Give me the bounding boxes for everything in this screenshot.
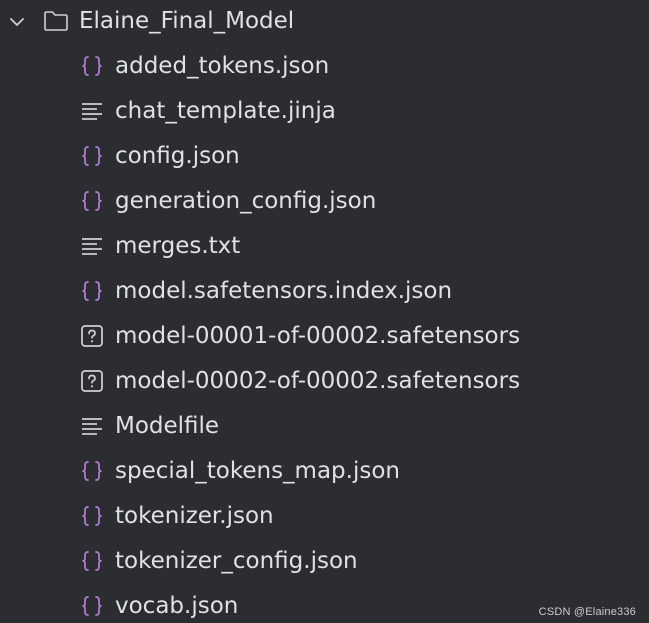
- chevron-down-icon[interactable]: [8, 13, 26, 31]
- file-name: model.safetensors.index.json: [115, 278, 453, 304]
- folder-name: Elaine_Final_Model: [79, 8, 295, 34]
- file-row[interactable]: added_tokens.json: [0, 44, 649, 89]
- file-name: model-00002-of-00002.safetensors: [115, 368, 521, 394]
- json-braces-icon: [82, 506, 102, 526]
- file-row[interactable]: config.json: [0, 134, 649, 179]
- text-lines-icon: [82, 418, 102, 435]
- json-braces-icon: [82, 281, 102, 301]
- file-row[interactable]: tokenizer_config.json: [0, 539, 649, 584]
- json-braces-icon: [82, 596, 102, 616]
- project-file-tree: Elaine_Final_Model added_tokens.jsonchat…: [0, 0, 649, 623]
- file-name: added_tokens.json: [115, 53, 330, 79]
- file-row[interactable]: model.safetensors.index.json: [0, 269, 649, 314]
- folder-row-elaine-final-model[interactable]: Elaine_Final_Model: [0, 0, 649, 44]
- json-braces-icon: [82, 551, 102, 571]
- file-row[interactable]: model-00002-of-00002.safetensors: [0, 359, 649, 404]
- text-lines-icon: [82, 103, 102, 120]
- folder-icon: [44, 11, 68, 31]
- unknown-file-icon: [81, 325, 103, 347]
- file-row[interactable]: merges.txt: [0, 224, 649, 269]
- file-name: vocab.json: [115, 593, 239, 619]
- unknown-file-icon: [81, 370, 103, 392]
- file-name: generation_config.json: [115, 188, 377, 214]
- text-lines-icon: [82, 238, 102, 255]
- file-list: added_tokens.json chat_template.jinjaconf…: [0, 44, 649, 623]
- file-row[interactable]: generation_config.json: [0, 179, 649, 224]
- file-name: Modelfile: [115, 413, 220, 439]
- json-braces-icon: [82, 461, 102, 481]
- json-braces-icon: [82, 191, 102, 211]
- file-name: config.json: [115, 143, 240, 169]
- watermark-text: CSDN @Elaine336: [538, 606, 636, 618]
- file-name: special_tokens_map.json: [115, 458, 400, 484]
- json-braces-icon: [82, 146, 102, 166]
- file-row[interactable]: Modelfile: [0, 404, 649, 449]
- file-row[interactable]: chat_template.jinja: [0, 89, 649, 134]
- file-name: model-00001-of-00002.safetensors: [115, 323, 521, 349]
- file-name: merges.txt: [115, 233, 241, 259]
- file-name: tokenizer.json: [115, 503, 274, 529]
- file-name: chat_template.jinja: [115, 98, 336, 124]
- file-row[interactable]: tokenizer.json: [0, 494, 649, 539]
- json-braces-icon: [82, 56, 102, 76]
- file-row[interactable]: special_tokens_map.json: [0, 449, 649, 494]
- file-name: tokenizer_config.json: [115, 548, 358, 574]
- file-row[interactable]: model-00001-of-00002.safetensors: [0, 314, 649, 359]
